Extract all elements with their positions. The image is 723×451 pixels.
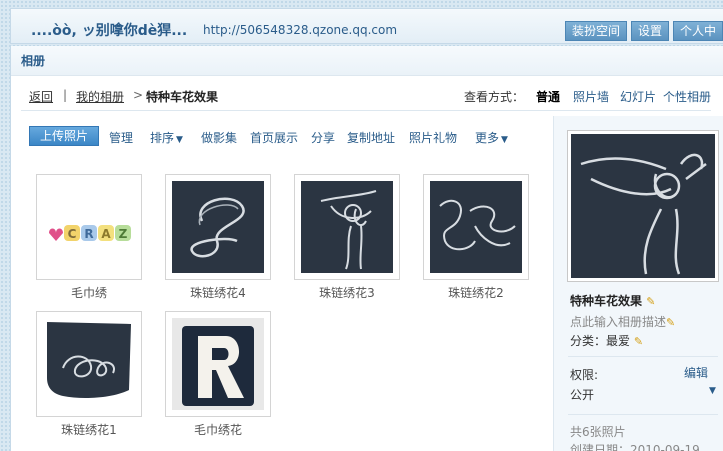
photo-gift-button[interactable]: 照片礼物 — [409, 129, 457, 146]
view-mode-label: 查看方式： — [464, 90, 525, 104]
pencil-icon[interactable]: ✎ — [646, 295, 655, 308]
breadcrumb-separator: | — [63, 88, 68, 102]
svg-text:R: R — [84, 227, 93, 241]
photo-caption[interactable]: 毛巾绣 — [36, 284, 142, 301]
back-link[interactable]: 返回 — [29, 88, 53, 105]
more-dropdown[interactable]: 更多 ▼ — [475, 129, 508, 146]
copy-url-button[interactable]: 复制地址 — [347, 129, 395, 146]
view-normal[interactable]: 普通 — [536, 88, 560, 105]
breadcrumb-arrow: > — [133, 88, 144, 102]
qzone-header: ....òò, ッ别嗱你dè猂... http://506548328.qzon… — [10, 8, 723, 44]
permission-edit-link[interactable]: 编辑 — [684, 364, 708, 381]
svg-text:C: C — [68, 227, 77, 241]
make-video-button[interactable]: 做影集 — [201, 129, 237, 146]
album-panel: 相册 返回 | 我的相册 > 特种车花效果 查看方式： 普通 照片墙 幻灯片 个… — [10, 46, 723, 451]
album-cover[interactable] — [567, 130, 719, 282]
photo-count: 共6张照片 — [570, 425, 626, 439]
album-description[interactable]: 点此输入相册描述✎ — [570, 313, 675, 330]
pencil-icon[interactable]: ✎ — [634, 335, 643, 348]
chevron-down-icon[interactable]: ▼ — [709, 386, 716, 396]
photo-thumbnail[interactable]: C R A Z — [36, 174, 142, 280]
pencil-icon[interactable]: ✎ — [666, 316, 675, 329]
album-category-text: 分类：最爱 — [570, 334, 631, 348]
album-title[interactable]: 特种车花效果 ✎ — [570, 292, 655, 309]
sort-label: 排序 — [150, 131, 175, 145]
breadcrumb: 返回 | 我的相册 > 特种车花效果 查看方式： 普通 照片墙 幻灯片 个性相册 — [11, 82, 723, 106]
personal-center-button[interactable]: 个人中 — [672, 21, 723, 41]
chevron-down-icon: ▼ — [176, 135, 183, 145]
album-info-sidebar: 特种车花效果 ✎ 点此输入相册描述✎ 分类：最爱 ✎ 权限: 编辑 公开 ▼ 共… — [553, 116, 723, 451]
photo-thumbnail[interactable] — [294, 174, 400, 280]
bead-chain-embroidery-icon — [301, 181, 393, 273]
bead-chain-embroidery-icon — [172, 181, 264, 273]
photo-caption[interactable]: 珠链绣花4 — [165, 284, 271, 301]
space-title[interactable]: ....òò, ッ别嗱你dè猂... — [31, 20, 187, 40]
towel-embroidery-craz-icon: C R A Z — [43, 181, 135, 273]
svg-text:Z: Z — [119, 227, 128, 241]
view-slideshow[interactable]: 幻灯片 — [620, 88, 656, 105]
photo-caption[interactable]: 珠链绣花3 — [294, 284, 400, 301]
bead-chain-embroidery-icon — [430, 181, 522, 273]
divider — [21, 110, 711, 111]
sort-dropdown[interactable]: 排序 ▼ — [150, 129, 183, 146]
photo-thumbnail[interactable] — [165, 311, 271, 417]
photo-thumbnail[interactable] — [36, 311, 142, 417]
upload-photo-button[interactable]: 上传照片 — [29, 126, 99, 146]
towel-embroidery-letter-r-icon — [172, 318, 264, 410]
view-photo-wall[interactable]: 照片墙 — [573, 88, 609, 105]
photo-caption[interactable]: 珠链绣花2 — [423, 284, 529, 301]
photo-caption[interactable]: 珠链绣花1 — [36, 421, 142, 438]
photo-thumbnail[interactable] — [165, 174, 271, 280]
photo-thumbnail[interactable] — [423, 174, 529, 280]
decorate-space-button[interactable]: 装扮空间 — [564, 21, 627, 41]
album-description-placeholder: 点此输入相册描述 — [570, 315, 667, 329]
share-button[interactable]: 分享 — [311, 129, 335, 146]
home-show-button[interactable]: 首页展示 — [250, 129, 298, 146]
bead-chain-embroidery-icon — [571, 134, 715, 278]
my-album-link[interactable]: 我的相册 — [76, 88, 124, 105]
permission-label: 权限: — [570, 368, 599, 382]
permission-value: 公开 — [570, 388, 595, 402]
space-url[interactable]: http://506548328.qzone.qq.com — [203, 23, 397, 37]
header-buttons: 装扮空间 设置 个人中 — [564, 21, 723, 41]
created-date: 创建日期：2010-09-19 — [570, 443, 700, 451]
manage-button[interactable]: 管理 — [109, 129, 133, 146]
current-album-name: 特种车花效果 — [146, 90, 219, 104]
divider — [568, 414, 718, 415]
svg-text:A: A — [101, 227, 111, 241]
bead-chain-pocket-icon — [43, 318, 135, 410]
photo-caption[interactable]: 毛巾绣花 — [165, 421, 271, 438]
album-category[interactable]: 分类：最爱 ✎ — [570, 332, 643, 349]
chevron-down-icon: ▼ — [501, 135, 508, 145]
view-custom-album[interactable]: 个性相册 — [663, 88, 711, 105]
more-label: 更多 — [475, 131, 500, 145]
settings-button[interactable]: 设置 — [630, 21, 669, 41]
tab-album[interactable]: 相册 — [11, 46, 723, 76]
divider — [568, 356, 718, 357]
album-title-text: 特种车花效果 — [570, 294, 643, 308]
